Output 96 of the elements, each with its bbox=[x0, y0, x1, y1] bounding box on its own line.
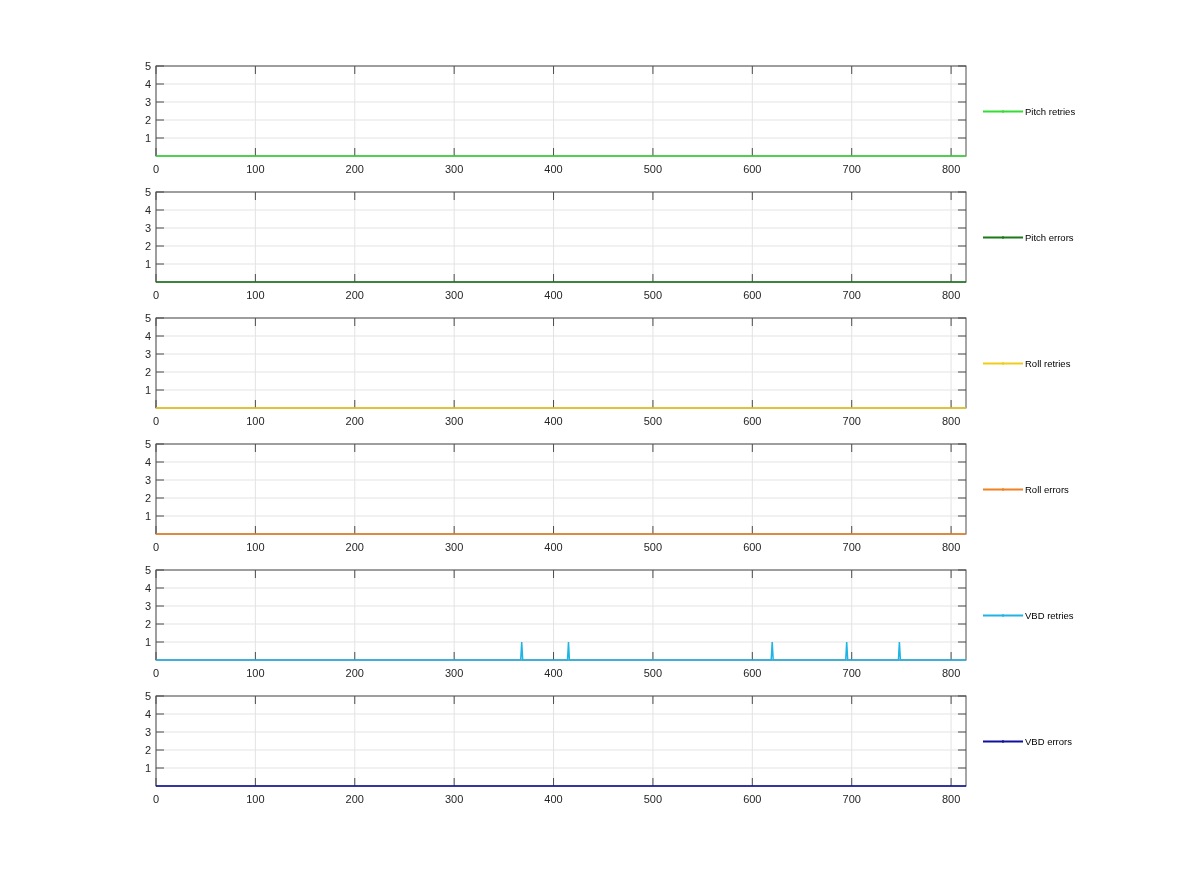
tick-label: 300 bbox=[445, 541, 464, 553]
tick-label: 200 bbox=[345, 163, 364, 175]
tick-label: 2 bbox=[144, 492, 151, 504]
tick-label: 0 bbox=[152, 667, 160, 679]
tick-label: 600 bbox=[743, 415, 762, 427]
tick-label: 400 bbox=[544, 793, 563, 805]
tick-label: 500 bbox=[643, 541, 663, 553]
tick-label: 300 bbox=[445, 415, 464, 427]
tick-label: 700 bbox=[842, 793, 861, 805]
tick-label: 0 bbox=[152, 163, 160, 175]
tick-label: 100 bbox=[246, 163, 265, 175]
tick-label: 3 bbox=[144, 96, 151, 108]
tick-label: 3 bbox=[144, 348, 151, 360]
tick-label: 5 bbox=[144, 186, 151, 198]
legend-line-icon bbox=[983, 109, 1023, 114]
tick-label: 1 bbox=[144, 636, 151, 648]
tick-label: 400 bbox=[544, 289, 563, 301]
tick-label: 300 bbox=[445, 289, 464, 301]
tick-label: 200 bbox=[345, 793, 364, 805]
tick-label: 0 bbox=[152, 415, 160, 427]
tick-label: 800 bbox=[941, 415, 961, 427]
legend-label: Roll errors bbox=[1025, 484, 1069, 495]
tick-label: 200 bbox=[345, 289, 364, 301]
tick-label: 4 bbox=[144, 204, 151, 216]
legend-label: VBD retries bbox=[1025, 610, 1074, 621]
tick-label: 500 bbox=[643, 163, 663, 175]
tick-label: 300 bbox=[445, 667, 464, 679]
tick-label: 5 bbox=[144, 564, 151, 576]
tick-label: 300 bbox=[445, 163, 464, 175]
tick-label: 700 bbox=[842, 415, 861, 427]
legend-line-icon bbox=[983, 235, 1023, 240]
tick-label: 800 bbox=[941, 289, 961, 301]
tick-label: 3 bbox=[144, 726, 151, 738]
tick-label: 1 bbox=[144, 510, 151, 522]
tick-label: 200 bbox=[345, 415, 364, 427]
tick-label: 500 bbox=[643, 667, 663, 679]
tick-label: 200 bbox=[345, 667, 364, 679]
tick-label: 300 bbox=[445, 793, 464, 805]
tick-label: 800 bbox=[941, 667, 961, 679]
tick-label: 5 bbox=[144, 438, 151, 450]
tick-label: 2 bbox=[144, 366, 151, 378]
tick-label: 800 bbox=[941, 541, 961, 553]
tick-label: 100 bbox=[246, 541, 265, 553]
tick-label: 700 bbox=[842, 541, 861, 553]
tick-label: 700 bbox=[842, 289, 861, 301]
tick-label: 4 bbox=[144, 330, 151, 342]
tick-label: 2 bbox=[144, 114, 151, 126]
tick-label: 2 bbox=[144, 744, 151, 756]
legend-line-icon bbox=[983, 487, 1023, 492]
tick-label: 500 bbox=[643, 793, 663, 805]
legend-line-icon bbox=[983, 613, 1023, 618]
legend-line-icon bbox=[983, 739, 1023, 744]
tick-label: 400 bbox=[544, 163, 563, 175]
tick-label: 1 bbox=[144, 132, 151, 144]
tick-label: 800 bbox=[941, 163, 961, 175]
tick-label: 1 bbox=[144, 258, 151, 270]
tick-label: 100 bbox=[246, 793, 265, 805]
tick-label: 100 bbox=[246, 667, 265, 679]
tick-label: 0 bbox=[152, 793, 160, 805]
legend-label: Pitch errors bbox=[1025, 232, 1074, 243]
tick-label: 100 bbox=[246, 415, 265, 427]
tick-label: 3 bbox=[144, 474, 151, 486]
tick-label: 800 bbox=[941, 793, 961, 805]
legend-label: Roll retries bbox=[1025, 358, 1071, 369]
tick-label: 500 bbox=[643, 289, 663, 301]
tick-label: 600 bbox=[743, 793, 762, 805]
tick-label: 1 bbox=[144, 762, 151, 774]
tick-label: 600 bbox=[743, 163, 762, 175]
tick-label: 600 bbox=[743, 541, 762, 553]
tick-label: 5 bbox=[144, 312, 151, 324]
tick-label: 100 bbox=[246, 289, 265, 301]
tick-label: 400 bbox=[544, 667, 563, 679]
legend-line-icon bbox=[983, 361, 1023, 366]
tick-label: 0 bbox=[152, 541, 160, 553]
tick-label: 700 bbox=[842, 163, 861, 175]
tick-label: 5 bbox=[144, 690, 151, 702]
tick-label: 4 bbox=[144, 582, 151, 594]
tick-label: 600 bbox=[743, 667, 762, 679]
tick-label: 400 bbox=[544, 415, 563, 427]
tick-label: 700 bbox=[842, 667, 861, 679]
legend-label: Pitch retries bbox=[1025, 106, 1076, 117]
tick-label: 2 bbox=[144, 240, 151, 252]
tick-label: 4 bbox=[144, 78, 151, 90]
tick-label: 4 bbox=[144, 708, 151, 720]
legend-label: VBD errors bbox=[1025, 736, 1072, 747]
tick-label: 600 bbox=[743, 289, 762, 301]
tick-label: 2 bbox=[144, 618, 151, 630]
tick-label: 4 bbox=[144, 456, 151, 468]
tick-label: 5 bbox=[144, 60, 151, 72]
tick-label: 500 bbox=[643, 415, 663, 427]
tick-label: 200 bbox=[345, 541, 364, 553]
tick-label: 1 bbox=[144, 384, 151, 396]
tick-label: 400 bbox=[544, 541, 563, 553]
tick-label: 3 bbox=[144, 222, 151, 234]
tick-label: 3 bbox=[144, 600, 151, 612]
tick-label: 0 bbox=[152, 289, 160, 301]
